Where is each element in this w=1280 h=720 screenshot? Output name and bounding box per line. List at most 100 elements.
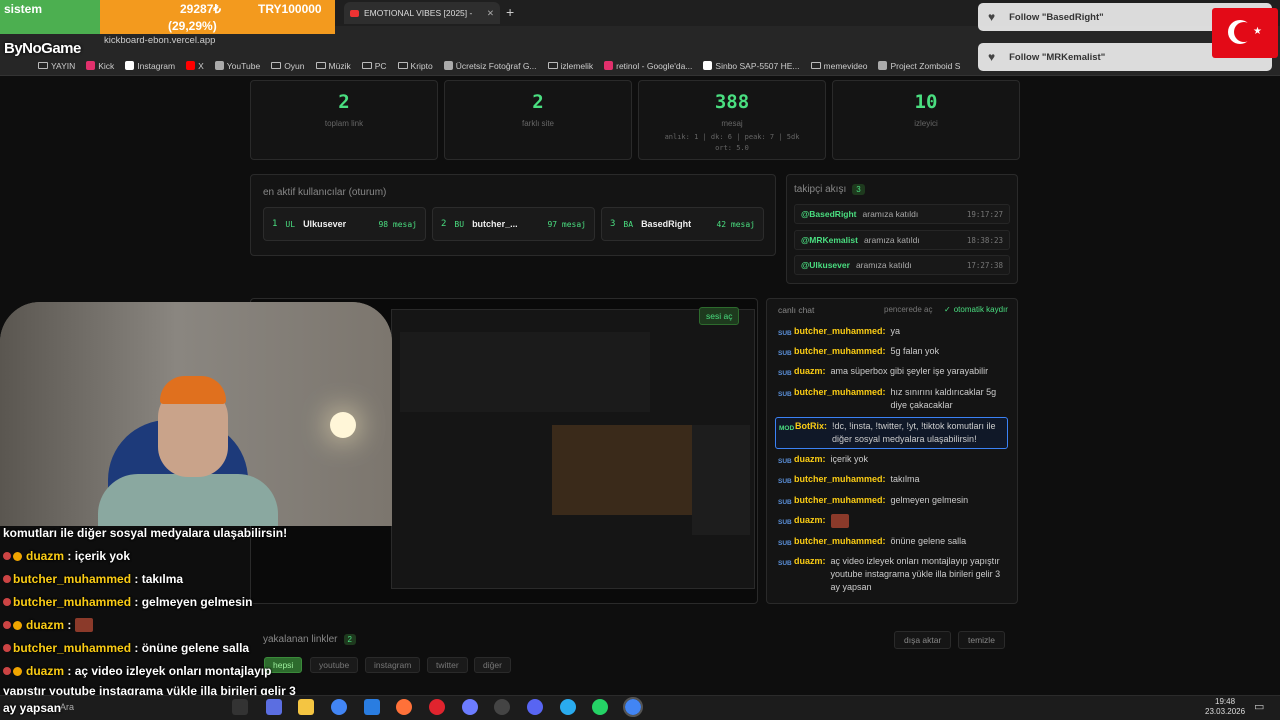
firefox-icon[interactable]	[396, 699, 412, 715]
bookmark-item[interactable]: Ücretsiz Fotoğraf G...	[443, 61, 537, 71]
bookmark-item[interactable]: Kick	[86, 61, 114, 71]
active-users-title: en aktif kullanıcılar (oturum)	[263, 187, 387, 198]
chrome-icon[interactable]	[331, 699, 347, 715]
price-currency: TRY100000	[258, 2, 322, 16]
overlay-chat-line: butcher_muhammed : gelmeyen gelmesin	[3, 595, 252, 609]
site-icon	[186, 61, 196, 70]
badge-icon	[3, 552, 11, 560]
discord-icon[interactable]	[527, 699, 543, 715]
new-tab-button[interactable]: +	[506, 4, 514, 20]
folder-icon	[397, 62, 408, 69]
stat-card-links: 2 toplam link	[250, 80, 438, 160]
bookmark-item[interactable]: memevideo	[810, 61, 867, 71]
emote-image	[830, 514, 849, 528]
notification-icon[interactable]: ▭	[1254, 700, 1264, 713]
site-icon	[86, 61, 96, 70]
opera-icon[interactable]	[429, 699, 445, 715]
site-icon	[214, 61, 224, 70]
mail-icon[interactable]	[364, 699, 380, 715]
chrome-active-icon[interactable]	[623, 697, 643, 717]
links-header: yakalanan linkler 2	[263, 634, 356, 645]
unmute-button[interactable]: sesi aç	[699, 307, 740, 325]
filter-youtube[interactable]: youtube	[310, 657, 359, 673]
filter-twitter[interactable]: twitter	[427, 657, 468, 673]
active-user-card: 1 UL Ulkusever 98 mesaj	[263, 207, 426, 241]
bookmark-item[interactable]: retinol - Google'da...	[604, 61, 692, 71]
youtube-icon	[350, 9, 359, 17]
bookmark-item[interactable]: Project Zomboid S	[878, 61, 960, 71]
filter-other[interactable]: diğer	[474, 657, 511, 673]
sub-badge-icon	[13, 551, 22, 561]
bookmark-item[interactable]: Müzik	[315, 61, 351, 71]
follower-row: @BasedRight aramıza katıldı 19:17:27	[794, 204, 1010, 224]
badge-icon	[3, 644, 11, 652]
chat-message: SUB butcher_muhammed: hız sınırını kaldırı…	[778, 387, 997, 410]
folder-icon	[361, 62, 372, 69]
bookmark-item[interactable]: Kripto	[397, 61, 433, 71]
taskbar-search[interactable]: Ara	[60, 702, 74, 712]
badge-icon	[3, 621, 11, 629]
bookmark-item[interactable]: izlemelik	[547, 61, 593, 71]
export-button[interactable]: dışa aktar	[894, 631, 952, 649]
heart-icon: ♥	[988, 10, 996, 24]
chat-message: SUB butcher_muhammed: 5g falan yok	[778, 346, 940, 357]
live-chat-title: canlı chat	[778, 305, 815, 315]
badge-icon	[3, 575, 11, 583]
whatsapp-icon[interactable]	[592, 699, 608, 715]
folder-icon	[271, 62, 282, 69]
badge-icon	[3, 598, 11, 606]
site-icon	[125, 61, 135, 70]
webcam-feed	[0, 302, 392, 526]
follower-row: @MRKemalist aramıza katıldı 18:38:23	[794, 230, 1010, 250]
active-user-card: 3 BA BasedRight 42 mesaj	[601, 207, 764, 241]
bookmark-item[interactable]: Instagram	[125, 61, 175, 71]
popout-link[interactable]: pencerede aç	[884, 305, 932, 314]
price-value: 29287₺	[180, 2, 222, 16]
price-change: (29,29%)	[168, 19, 217, 33]
bookmark-item[interactable]: PC	[361, 61, 387, 71]
chat-message-mod: MOD BotRix: !dc, !insta, !twitter, !yt, !t…	[775, 417, 1008, 449]
app-icon[interactable]	[462, 699, 478, 715]
url-field[interactable]: kickboard-ebon.vercel.app	[104, 35, 215, 46]
bookmark-item[interactable]: Sinbo SAP-5507 HE...	[703, 61, 800, 71]
overlay-chat-line: butcher_muhammed : takılma	[3, 572, 183, 586]
turkey-flag-icon: ★	[1212, 8, 1278, 58]
follower-row: @Ulkusever aramıza katıldı 17:27:38	[794, 255, 1010, 275]
tab-title: EMOTIONAL VIBES [2025] -	[364, 8, 473, 18]
close-tab-icon[interactable]: ✕	[487, 8, 494, 19]
stream-logo: ByNoGame	[4, 40, 81, 57]
filter-instagram[interactable]: instagram	[365, 657, 421, 673]
copilot-icon[interactable]	[266, 699, 282, 715]
chat-message: SUB duazm: aç video izleyek onları montajl…	[778, 556, 1001, 592]
obs-icon[interactable]	[494, 699, 510, 715]
overlay-chat-line: duazm : aç video izleyek onları montajla…	[3, 664, 271, 678]
stat-card-viewers: 10 izleyici	[832, 80, 1020, 160]
task-view-icon[interactable]	[232, 699, 248, 715]
bookmark-item[interactable]: X	[186, 61, 204, 71]
browser-tab[interactable]: EMOTIONAL VIBES [2025] - ✕	[344, 2, 500, 24]
folder-icon	[547, 62, 558, 69]
heart-icon: ♥	[988, 50, 996, 64]
overlay-chat-line: duazm :	[3, 618, 93, 632]
stat-card-messages: 388 mesaj anlık: 1 | dk: 6 | peak: 7 | 5…	[638, 80, 826, 160]
stat-card-sites: 2 farklı site	[444, 80, 632, 160]
site-icon	[703, 61, 713, 70]
sub-badge-icon	[13, 620, 22, 630]
overlay-chat-line: duazm : içerik yok	[3, 549, 130, 563]
bookmark-item[interactable]: Oyun	[271, 61, 305, 71]
chat-message: SUB butcher_muhammed: gelmeyen gelmesin	[778, 495, 969, 506]
folder-icon	[38, 62, 48, 69]
clear-button[interactable]: temizle	[958, 631, 1005, 649]
bookmark-item[interactable]: YAYIN	[38, 61, 75, 71]
taskbar-clock[interactable]: 19:48 23.03.2026	[1205, 697, 1245, 717]
autoscroll-toggle[interactable]: ✓ otomatik kaydır	[944, 305, 1008, 314]
bookmark-item[interactable]: YouTube	[214, 61, 260, 71]
badge-icon	[3, 667, 11, 675]
sub-badge-icon	[13, 666, 22, 676]
folder-icon	[810, 62, 821, 69]
file-explorer-icon[interactable]	[298, 699, 314, 715]
follower-feed-header: takipçi akışı 3	[794, 184, 865, 195]
overlay-chat-line: komutları ile diğer sosyal medyalara ula…	[3, 526, 288, 540]
emote-image	[74, 618, 93, 632]
telegram-icon[interactable]	[560, 699, 576, 715]
